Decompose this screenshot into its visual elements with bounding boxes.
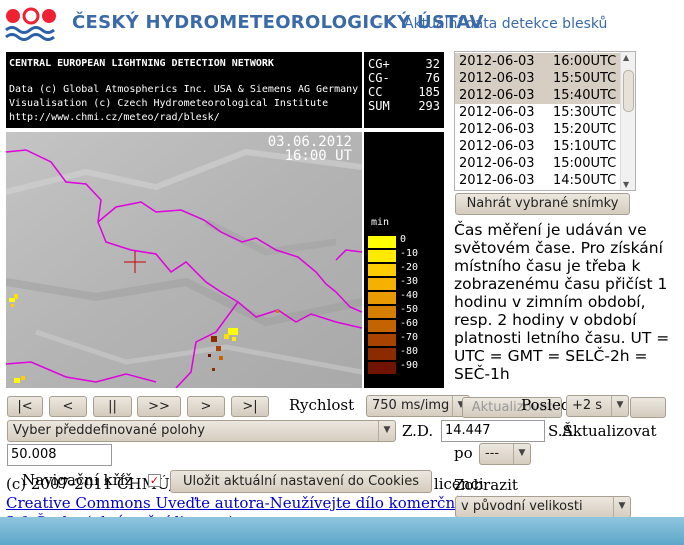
scroll-down-icon[interactable]: ▼ [623,180,629,189]
zoom-select[interactable]: v původní velikosti ▼ [455,496,631,518]
load-selected-button[interactable]: Nahrát vybrané snímky [455,193,630,215]
stats-box: CG+ 32 CG- 76 CC 185 SUM 293 [364,52,444,128]
legend-label: -30 [400,276,419,287]
info-line-data: Data (c) Global Atmospherics Inc. USA & … [9,84,359,95]
stat-cg-plus: CG+ 32 [368,57,440,71]
legend-swatch [368,264,396,276]
time-list-item[interactable]: 2012-06-03 15:40UTC [455,87,621,104]
relief-map-image [6,132,362,388]
time-list-item[interactable]: 2012-06-03 15:50UTC [455,70,621,87]
info-box: CENTRAL EUROPEAN LIGHTNING DETECTION NET… [6,52,362,128]
legend-item: 0 [368,234,444,248]
legend-swatch [368,334,396,346]
legend-item: -50 [368,304,444,318]
legend-unit: min [371,217,390,228]
time-list-item[interactable]: 2012-06-03 15:20UTC [455,121,621,138]
last-frame-button[interactable]: >| [231,396,269,417]
scroll-up-icon[interactable]: ▲ [623,53,629,62]
legend-label: 0 [400,234,407,245]
lon-input[interactable]: 14.447 [441,420,545,442]
zoom-label: Zobrazit [454,476,518,494]
info-line-url: http://www.chmi.cz/meteo/rad/blesk/ [9,112,220,123]
pause-button[interactable]: || [93,396,132,417]
prev-frame-button[interactable]: < [49,396,87,417]
speed-select[interactable]: 750 ms/img ▼ [366,395,470,417]
map-date: 03.06.2012 [267,134,352,150]
last-apply-button[interactable] [630,397,666,418]
chevron-down-icon: ▼ [613,497,630,517]
legend-item: -30 [368,276,444,290]
legend-label: -70 [400,332,419,343]
time-list-item[interactable]: 2012-06-03 15:30UTC [455,104,621,121]
legend-item: -40 [368,290,444,304]
chevron-down-icon: ▼ [513,444,530,464]
speed-label: Rychlost [289,396,355,414]
legend-swatch [368,236,396,248]
lon-label: Z.D. [402,422,434,440]
po-label: po [454,444,473,462]
legend-item: -90 [368,360,444,374]
play-fast-button[interactable]: >> [137,396,181,417]
last-select[interactable]: +2 s ▼ [566,395,629,417]
map-timestamp: 03.06.2012 16:00 UT [268,135,352,163]
stat-cg-minus: CG- 76 [368,71,440,85]
legend-item: -60 [368,318,444,332]
chevron-down-icon: ▼ [611,396,628,416]
chevron-down-icon: ▼ [378,421,395,441]
legend-label: -20 [400,262,419,273]
lat-input[interactable]: 50.008 [7,444,112,466]
legend-label: -10 [400,248,419,259]
time-legend: min 0 -10 -20 -30 -40 -50 -60 -70 -80 -90 [364,132,444,388]
auto-update-label: Aktualizovat [562,422,657,440]
time-selection-list[interactable]: 2012-06-03 16:00UTC 2012-06-03 15:50UTC 2012… [454,51,636,191]
map-time: 16:00 UT [284,148,352,164]
info-line-visualisation: Visualisation (c) Czech Hydrometeorologi… [9,98,329,109]
first-frame-button[interactable]: |< [7,396,43,417]
legend-swatch [368,320,396,332]
nav-cross-label: Navigační kříž [22,471,133,489]
legend-label: -60 [400,318,419,329]
save-cookies-button[interactable]: Uložit aktuální nastavení do Cookies [170,470,432,493]
chmi-logo [5,7,56,41]
legend-swatch [368,348,396,360]
legend-item: -70 [368,332,444,346]
legend-label: -80 [400,346,419,357]
page-subtitle: Aktuální data detekce blesků [404,16,608,32]
time-list-item[interactable]: 2012-06-03 15:10UTC [455,138,621,155]
auto-update-select[interactable]: --- ▼ [479,443,531,465]
list-scrollbar[interactable]: ▲ ▼ [620,52,635,190]
legend-label: -50 [400,304,419,315]
bottom-bar [0,517,684,545]
time-list-item[interactable]: 2012-06-03 15:00UTC [455,155,621,172]
legend-swatch [368,306,396,318]
time-list-item[interactable]: 2012-06-03 16:00UTC [455,53,621,70]
time-note: Čas měření je udáván ve světovém čase. P… [454,221,670,383]
scrollbar-thumb[interactable] [623,70,634,112]
legend-swatch [368,278,396,290]
legend-swatch [368,250,396,262]
legend-label: -90 [400,360,419,371]
legend-swatch [368,362,396,374]
legend-item: -10 [368,248,444,262]
next-frame-button[interactable]: > [187,396,225,417]
stat-sum: SUM 293 [368,99,440,113]
legend-item: -20 [368,262,444,276]
preset-position-select[interactable]: Vyber předdefinované polohy ▼ [7,420,396,442]
lightning-map[interactable]: 03.06.2012 16:00 UT [6,132,362,388]
time-list-item[interactable]: 2012-06-03 14:50UTC [455,172,621,189]
title-separator: - [378,14,384,32]
legend-label: -40 [400,290,419,301]
nav-cross-checkbox[interactable]: ✓ [148,474,161,487]
info-line-network: CENTRAL EUROPEAN LIGHTNING DETECTION NET… [9,58,274,69]
stat-cc: CC 185 [368,85,440,99]
legend-item: -80 [368,346,444,360]
legend-swatch [368,292,396,304]
